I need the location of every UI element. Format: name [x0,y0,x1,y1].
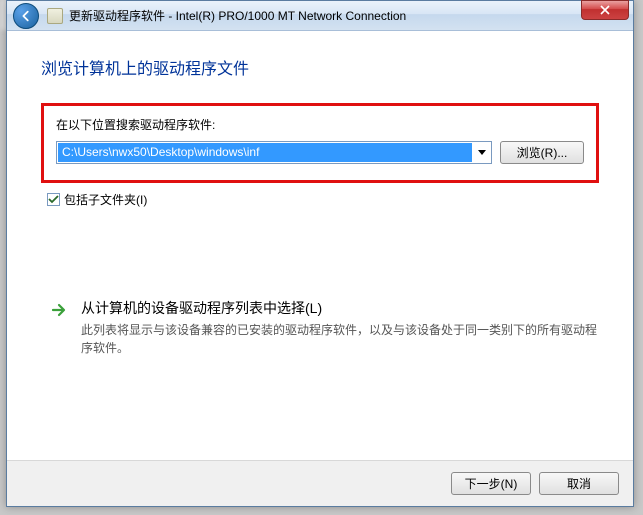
back-arrow-icon [19,9,33,23]
highlight-box: 在以下位置搜索驱动程序软件: C:\Users\nwx50\Desktop\wi… [41,103,599,183]
path-value: C:\Users\nwx50\Desktop\windows\inf [58,143,472,162]
browse-button[interactable]: 浏览(R)... [500,141,584,164]
include-subfolders-checkbox[interactable] [47,193,60,206]
arrow-right-icon [51,302,67,318]
include-subfolders-row: 包括子文件夹(I) [47,191,599,208]
spacer [41,208,599,298]
search-location-label: 在以下位置搜索驱动程序软件: [56,116,584,133]
combobox-arrow[interactable] [473,142,491,163]
content-area: 浏览计算机上的驱动程序文件 在以下位置搜索驱动程序软件: C:\Users\nw… [7,31,633,460]
device-icon [47,8,63,24]
include-subfolders-label: 包括子文件夹(I) [64,191,147,208]
pick-from-list-option[interactable]: 从计算机的设备驱动程序列表中选择(L) 此列表将显示与该设备兼容的已安装的驱动程… [51,298,599,357]
titlebar: 更新驱动程序软件 - Intel(R) PRO/1000 MT Network … [7,1,633,31]
back-button[interactable] [13,3,39,29]
path-row: C:\Users\nwx50\Desktop\windows\inf 浏览(R)… [56,141,584,164]
checkmark-icon [48,194,59,205]
window-title: 更新驱动程序软件 - Intel(R) PRO/1000 MT Network … [69,7,633,24]
close-icon [600,5,610,15]
footer: 下一步(N) 取消 [7,460,633,506]
option-arrow [51,298,69,357]
option-title: 从计算机的设备驱动程序列表中选择(L) [81,298,599,318]
page-heading: 浏览计算机上的驱动程序文件 [41,55,599,79]
cancel-button[interactable]: 取消 [539,472,619,495]
next-button[interactable]: 下一步(N) [451,472,531,495]
option-body: 从计算机的设备驱动程序列表中选择(L) 此列表将显示与该设备兼容的已安装的驱动程… [81,298,599,357]
close-button[interactable] [581,0,629,20]
dialog-window: 更新驱动程序软件 - Intel(R) PRO/1000 MT Network … [6,0,634,507]
path-combobox[interactable]: C:\Users\nwx50\Desktop\windows\inf [56,141,492,164]
option-description: 此列表将显示与该设备兼容的已安装的驱动程序软件，以及与该设备处于同一类别下的所有… [81,321,599,357]
chevron-down-icon [478,150,486,156]
